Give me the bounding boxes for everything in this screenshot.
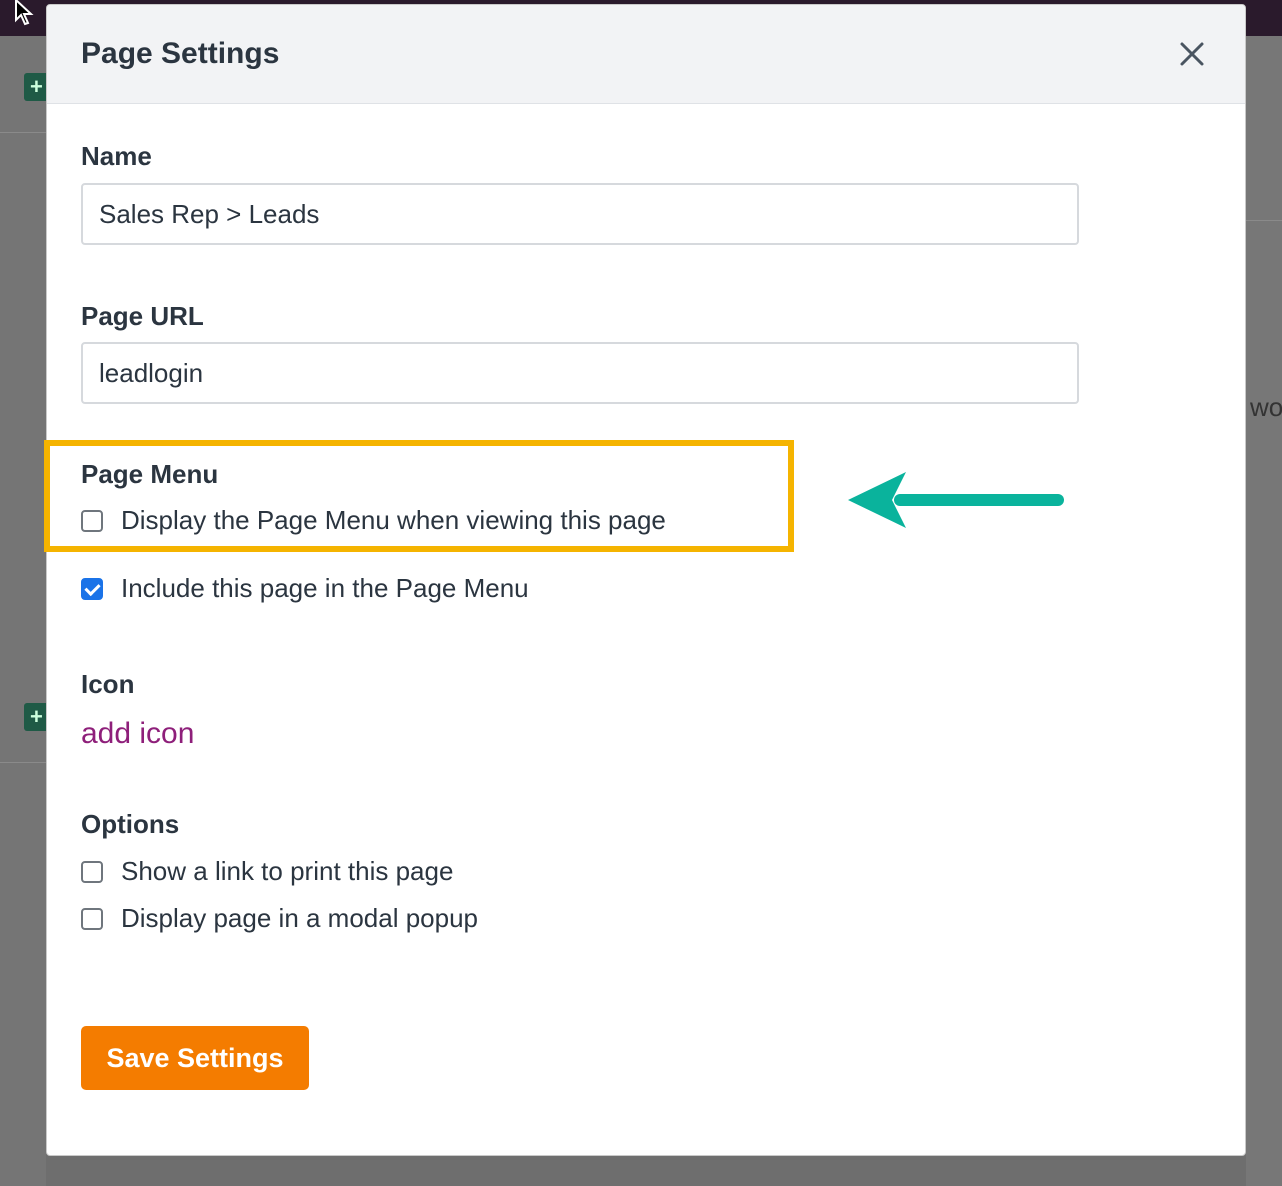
divider bbox=[0, 762, 46, 763]
mouse-cursor-icon bbox=[15, 0, 34, 26]
options-label: Options bbox=[81, 809, 180, 839]
save-settings-button[interactable]: Save Settings bbox=[81, 1026, 309, 1090]
include-in-menu-label: Include this page in the Page Menu bbox=[121, 573, 529, 603]
modal-popup-option[interactable]: Display page in a modal popup bbox=[81, 903, 478, 934]
name-label: Name bbox=[81, 141, 152, 171]
app-left-panel bbox=[0, 36, 46, 1186]
page-settings-modal: Page Settings Name Page URL Page Menu Di… bbox=[46, 4, 1246, 1156]
include-in-menu-option[interactable]: Include this page in the Page Menu bbox=[81, 573, 529, 604]
highlight-box bbox=[44, 440, 794, 552]
modal-popup-label: Display page in a modal popup bbox=[121, 903, 479, 933]
divider bbox=[0, 132, 46, 133]
page-url-input[interactable] bbox=[81, 342, 1079, 404]
add-icon-button[interactable]: + bbox=[24, 703, 46, 731]
modal-title: Page Settings bbox=[81, 37, 280, 70]
app-right-panel bbox=[1246, 36, 1282, 1186]
include-in-menu-checkbox[interactable] bbox=[81, 577, 103, 600]
add-icon-link[interactable]: add icon bbox=[81, 717, 194, 751]
icon-label: Icon bbox=[81, 669, 135, 699]
print-link-option[interactable]: Show a link to print this page bbox=[81, 856, 453, 887]
print-link-checkbox[interactable] bbox=[81, 860, 103, 883]
add-icon-button[interactable]: + bbox=[24, 73, 46, 101]
name-input[interactable] bbox=[81, 183, 1079, 245]
close-icon[interactable] bbox=[1177, 39, 1207, 69]
divider bbox=[1246, 220, 1282, 221]
page-url-label: Page URL bbox=[81, 301, 204, 331]
background-text: wor bbox=[1250, 392, 1282, 422]
modal-popup-checkbox[interactable] bbox=[81, 907, 103, 930]
print-link-label: Show a link to print this page bbox=[121, 856, 454, 886]
modal-header: Page Settings bbox=[47, 5, 1245, 104]
arrow-left-icon bbox=[848, 472, 1064, 528]
